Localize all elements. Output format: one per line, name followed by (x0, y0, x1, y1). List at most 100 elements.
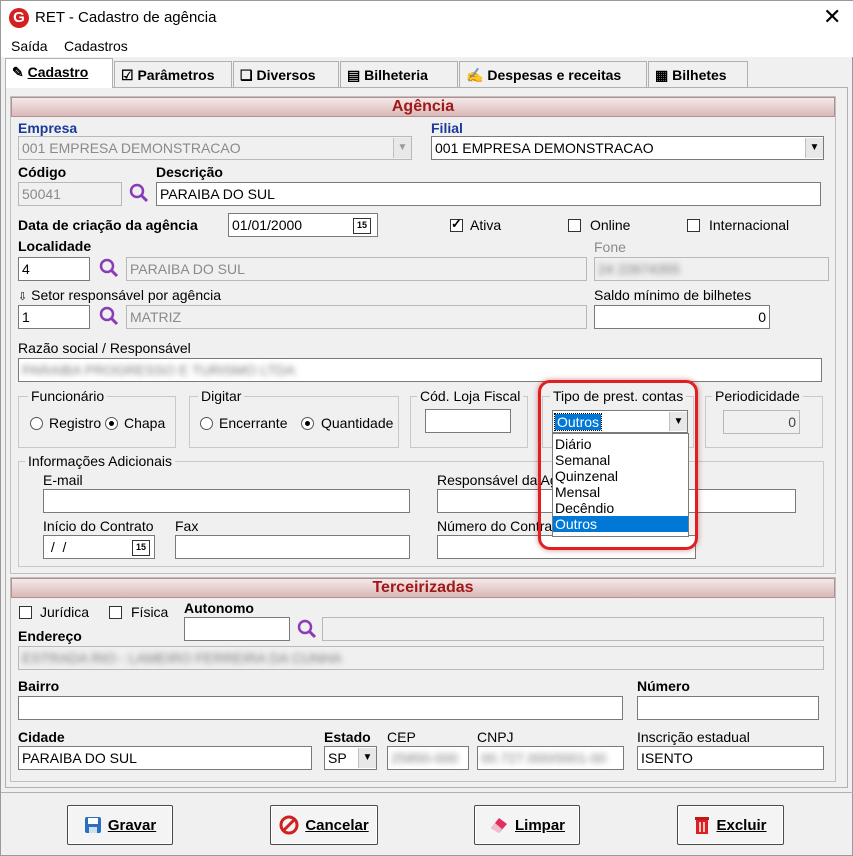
tab-diversos[interactable]: ❏ Diversos (233, 61, 339, 87)
setor-name-field: MATRIZ (126, 305, 587, 329)
autonomo-label: Autonomo (184, 600, 254, 616)
numero-field[interactable] (637, 696, 819, 720)
estado-label: Estado (324, 729, 371, 745)
tab-parametros[interactable]: ☑ Parâmetros (114, 61, 232, 87)
descricao-field[interactable]: PARAIBA DO SUL (156, 182, 821, 206)
codigo-field: 50041 (18, 182, 122, 206)
title-bar: G RET - Cadastro de agência ✕ (1, 1, 853, 35)
agencia-header: Agência (11, 97, 835, 117)
quantidade-label: Quantidade (321, 415, 394, 431)
chevron-down-icon: ▼ (393, 138, 411, 158)
cancelar-button[interactable]: Cancelar (270, 805, 378, 845)
calendar-icon[interactable]: 15 (353, 218, 371, 234)
cep-label: CEP (387, 729, 416, 745)
fone-label: Fone (594, 239, 626, 255)
inscricao-label: Inscrição estadual (637, 729, 750, 745)
online-checkbox[interactable] (568, 219, 581, 232)
save-icon (84, 817, 101, 833)
juridica-label: Jurídica (40, 604, 90, 620)
localidade-name-field: PARAIBA DO SUL (126, 257, 587, 281)
inicio-contrato-field[interactable]: / / 15 (43, 535, 155, 559)
gravar-button[interactable]: Gravar (67, 805, 173, 845)
internacional-label: Internacional (709, 217, 790, 233)
close-icon[interactable]: ✕ (823, 5, 841, 29)
fax-field[interactable] (175, 535, 410, 559)
fisica-label: Física (131, 604, 169, 620)
notepad-icon: ▦ (655, 67, 669, 83)
tab-despesas-receitas[interactable]: ✍ Despesas e receitas (459, 61, 647, 87)
quantidade-radio[interactable] (301, 417, 314, 430)
ticket-icon: ▤ (347, 67, 361, 83)
calendar-icon[interactable]: 15 (132, 540, 150, 556)
arrow-down-icon: ⇩ (18, 291, 28, 303)
filial-select[interactable]: 001 EMPRESA DEMONSTRACAO ▼ (431, 136, 824, 160)
chevron-down-icon[interactable]: ▼ (805, 138, 823, 158)
ativa-label: Ativa (470, 217, 502, 233)
setor-code-field[interactable]: 1 (18, 305, 90, 329)
encerrante-label: Encerrante (219, 415, 288, 431)
razao-label: Razão social / Responsável (18, 340, 191, 356)
pencil-icon: ✎ (12, 64, 24, 80)
cidade-field[interactable]: PARAIBA DO SUL (18, 746, 312, 770)
email-field[interactable] (43, 489, 410, 513)
localidade-code-field[interactable]: 4 (18, 257, 90, 281)
chapa-label: Chapa (124, 415, 166, 431)
menu-item-cadastros[interactable]: Cadastros (64, 38, 128, 54)
email-label: E-mail (43, 472, 83, 488)
inicio-contrato-label: Início do Contrato (43, 518, 154, 534)
setor-label: ⇩ Setor responsável por agência (18, 287, 222, 303)
digitar-label: Digitar (198, 388, 245, 404)
cancel-icon (279, 815, 299, 835)
filial-label: Filial (431, 120, 463, 136)
cidade-label: Cidade (18, 729, 65, 745)
chapa-radio[interactable] (105, 417, 118, 430)
estado-select[interactable]: SP ▼ (324, 746, 377, 770)
info-adicionais-label: Informações Adicionais (25, 453, 175, 469)
razao-field[interactable]: PARAIBA PROGRESSO E TURISMO LTDA (18, 358, 822, 382)
juridica-checkbox[interactable] (19, 606, 32, 619)
endereco-label: Endereço (18, 628, 82, 644)
search-icon[interactable] (98, 257, 120, 279)
bairro-field[interactable] (18, 696, 623, 720)
chevron-down-icon[interactable]: ▼ (358, 748, 376, 768)
autonomo-name-field (322, 617, 824, 641)
edit-document-icon: ✍ (466, 67, 484, 83)
cnpj-label: CNPJ (477, 729, 514, 745)
ativa-checkbox[interactable]: ✓ (450, 216, 463, 232)
periodicidade-label: Periodicidade (712, 388, 803, 404)
tab-cadastro[interactable]: ✎ Cadastro (5, 58, 113, 88)
cnpj-field[interactable]: 00.727.000/0001-00 (477, 746, 624, 770)
menu-item-saida[interactable]: Saída (11, 38, 48, 54)
bairro-label: Bairro (18, 678, 60, 694)
loja-fiscal-field[interactable] (425, 409, 511, 433)
fisica-checkbox[interactable] (109, 606, 122, 619)
autonomo-field[interactable] (184, 617, 290, 641)
fone-field: 24 22674355 (594, 257, 829, 281)
tab-bilhetes[interactable]: ▦ Bilhetes (648, 61, 748, 87)
inscricao-field[interactable]: ISENTO (637, 746, 824, 770)
registro-radio[interactable] (30, 417, 43, 430)
empresa-select: 001 EMPRESA DEMONSTRACAO ▼ (18, 136, 412, 160)
endereco-field: ESTRADA RIO - LAMEIRO FERREIRA DA CUNHA (18, 646, 824, 670)
window-title: RET - Cadastro de agência (35, 9, 217, 26)
application-window: G RET - Cadastro de agência ✕ Saída Cada… (0, 0, 853, 856)
saldo-field[interactable]: 0 (594, 305, 770, 329)
tab-bilheteria[interactable]: ▤ Bilheteria (340, 61, 458, 87)
search-icon[interactable] (98, 305, 120, 327)
numero-label: Número (637, 678, 690, 694)
checkbox-icon: ☑ (121, 67, 134, 83)
eraser-icon (490, 818, 507, 833)
terceirizadas-header: Terceirizadas (11, 578, 835, 598)
cep-field[interactable]: 25850-000 (387, 746, 469, 770)
limpar-button[interactable]: Limpar (474, 805, 580, 845)
search-icon[interactable] (128, 182, 150, 204)
excluir-button[interactable]: Excluir (677, 805, 784, 845)
data-criacao-field[interactable]: 01/01/2000 15 (228, 213, 378, 237)
search-icon[interactable] (296, 618, 318, 640)
encerrante-radio[interactable] (200, 417, 213, 430)
periodicidade-field: 0 (723, 410, 800, 434)
menu-bar: Saída Cadastros (1, 35, 853, 57)
funcionario-label: Funcionário (28, 388, 108, 404)
document-icon: ❏ (240, 67, 253, 83)
internacional-checkbox[interactable] (687, 219, 700, 232)
